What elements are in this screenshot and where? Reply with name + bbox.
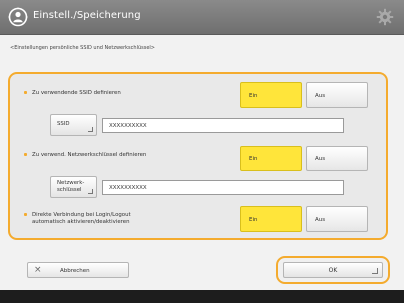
network-key-button-label: Netzwerk- schlüssel bbox=[57, 180, 84, 193]
network-key-define-off-label: Aus bbox=[315, 156, 326, 162]
auto-direct-connection-on-button[interactable]: Ein bbox=[240, 206, 302, 232]
ok-button-label: OK bbox=[328, 267, 338, 274]
network-key-button[interactable]: Netzwerk- schlüssel bbox=[50, 176, 97, 198]
ssid-button-label: SSID bbox=[57, 121, 70, 127]
corner-marker-icon bbox=[88, 189, 93, 194]
auto-direct-connection-label: Direkte Verbindung bei Login/Logout auto… bbox=[24, 212, 131, 226]
network-key-button-label-line2: schlüssel bbox=[57, 186, 82, 193]
network-key-field[interactable]: XXXXXXXXXX bbox=[102, 180, 344, 195]
settings-panel: Zu verwendende SSID definieren Ein Aus S… bbox=[8, 72, 388, 240]
page-title: Einstell./Speicherung bbox=[33, 10, 141, 21]
auto-direct-connection-label-line1: Direkte Verbindung bei Login/Logout bbox=[32, 212, 131, 218]
title-bar: Einstell./Speicherung bbox=[0, 0, 404, 35]
auto-direct-connection-off-label: Aus bbox=[315, 217, 326, 223]
ssid-define-label: Zu verwendende SSID definieren bbox=[24, 90, 121, 97]
corner-marker-icon bbox=[88, 127, 93, 132]
settings-person-icon bbox=[8, 7, 28, 27]
network-key-define-off-button[interactable]: Aus bbox=[306, 146, 368, 171]
auto-direct-connection-off-button[interactable]: Aus bbox=[306, 206, 368, 232]
ssid-define-on-label: Ein bbox=[249, 93, 258, 99]
auto-direct-connection-label-line2: automatisch aktivieren/deaktivieren bbox=[32, 219, 130, 225]
corner-marker-icon bbox=[372, 268, 378, 274]
bullet-icon bbox=[24, 213, 27, 216]
gear-icon[interactable] bbox=[376, 8, 394, 26]
ok-button-highlight: OK bbox=[276, 256, 390, 284]
network-key-define-label: Zu verwend. Netzwerkschlüssel definieren bbox=[24, 152, 146, 159]
cancel-button[interactable]: × Abbrechen bbox=[27, 262, 129, 278]
network-key-define-on-button[interactable]: Ein bbox=[240, 146, 302, 171]
ssid-define-off-button[interactable]: Aus bbox=[306, 82, 368, 108]
ok-button[interactable]: OK bbox=[283, 262, 383, 278]
bullet-icon bbox=[24, 91, 27, 94]
ssid-define-on-button[interactable]: Ein bbox=[240, 82, 302, 108]
ssid-define-off-label: Aus bbox=[315, 93, 326, 99]
ssid-define-label-text: Zu verwendende SSID definieren bbox=[32, 90, 121, 96]
close-icon: × bbox=[34, 265, 42, 275]
ssid-button[interactable]: SSID bbox=[50, 114, 97, 136]
network-key-button-label-line1: Netzwerk- bbox=[57, 180, 85, 186]
bottom-bar bbox=[0, 290, 404, 303]
cancel-button-label: Abbrechen bbox=[60, 268, 90, 274]
ssid-field[interactable]: XXXXXXXXXX bbox=[102, 118, 344, 133]
network-key-define-label-text: Zu verwend. Netzwerkschlüssel definieren bbox=[32, 152, 147, 158]
section-subtitle: <Einstellungen persönliche SSID und Netz… bbox=[10, 45, 155, 51]
bullet-icon bbox=[24, 153, 27, 156]
auto-direct-connection-on-label: Ein bbox=[249, 217, 258, 223]
network-key-define-on-label: Ein bbox=[249, 156, 258, 162]
